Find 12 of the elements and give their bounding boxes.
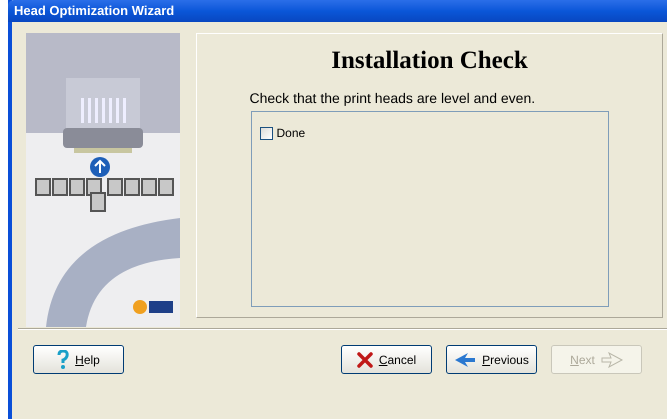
right-arrow-icon	[600, 352, 623, 368]
page-heading: Installation Check	[331, 46, 528, 76]
left-arrow-icon	[454, 352, 476, 368]
checkbox-label: Done	[276, 125, 306, 142]
question-mark-icon	[57, 350, 70, 370]
instruction-text: Check that the print heads are level and even.	[250, 89, 536, 108]
cancel-button[interactable]: Cancel	[341, 345, 432, 374]
window-title: Head Optimization Wizard	[14, 2, 174, 20]
checkbox[interactable]	[260, 126, 272, 140]
help-button[interactable]: Help	[33, 345, 124, 374]
x-icon	[356, 352, 373, 368]
previous-button[interactable]: Previous	[446, 345, 537, 374]
